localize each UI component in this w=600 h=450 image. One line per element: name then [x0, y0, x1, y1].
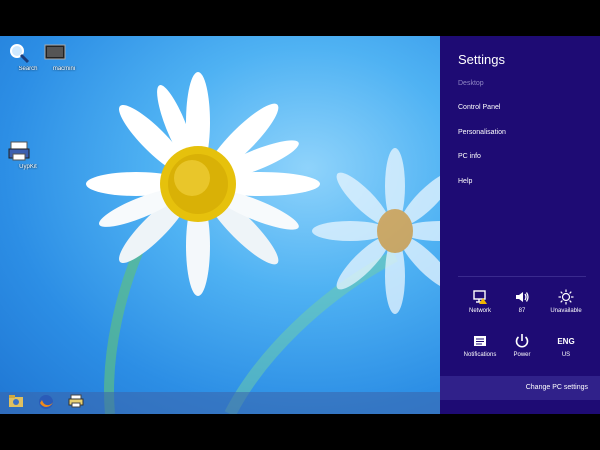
printer-icon [8, 140, 39, 162]
settings-link-help[interactable]: Help [458, 178, 472, 185]
notifications-icon [458, 333, 502, 349]
notifications-button[interactable]: Notifications [458, 333, 502, 358]
desktop-icon-macmini[interactable]: macmini [44, 42, 84, 72]
desktop-wallpaper: Search macmini UypKit [0, 36, 440, 414]
settings-link-control-panel[interactable]: Control Panel [458, 104, 500, 111]
brightness-button[interactable]: Unavailable [544, 289, 588, 314]
taskbar-firefox-button[interactable] [38, 394, 62, 412]
desktop-icon-label: UypKit [19, 164, 37, 170]
network-icon [458, 289, 502, 305]
change-pc-settings-link[interactable]: Change PC settings [440, 376, 600, 400]
settings-context: Desktop [458, 80, 484, 87]
screen: Search macmini UypKit Settings Desktop C… [0, 36, 600, 414]
brightness-icon [544, 289, 588, 305]
settings-link-pc-info[interactable]: PC info [458, 153, 481, 160]
taskbar-explorer-button[interactable] [8, 394, 32, 412]
network-button[interactable]: Network [458, 289, 502, 314]
taskbar [0, 392, 440, 414]
monitor-icon [44, 42, 75, 64]
power-icon [500, 333, 544, 349]
desktop-icon-search[interactable]: Search [8, 42, 48, 72]
settings-charm: Settings Desktop Control Panel Personali… [440, 36, 600, 414]
power-button[interactable]: Power [500, 333, 544, 358]
volume-button[interactable]: 87 [500, 289, 544, 314]
taskbar-app-button[interactable] [68, 394, 92, 412]
settings-link-personalisation[interactable]: Personalisation [458, 129, 506, 136]
language-button[interactable]: ENG US [544, 333, 588, 359]
divider [458, 276, 586, 277]
language-icon: ENG [557, 336, 575, 346]
desktop-icon-uypkit[interactable]: UypKit [8, 140, 48, 170]
search-icon [10, 42, 39, 64]
volume-icon [500, 289, 544, 305]
settings-title: Settings [458, 52, 505, 67]
desktop-icon-label: macmini [52, 66, 76, 72]
desktop-icon-label: Search [18, 66, 38, 72]
